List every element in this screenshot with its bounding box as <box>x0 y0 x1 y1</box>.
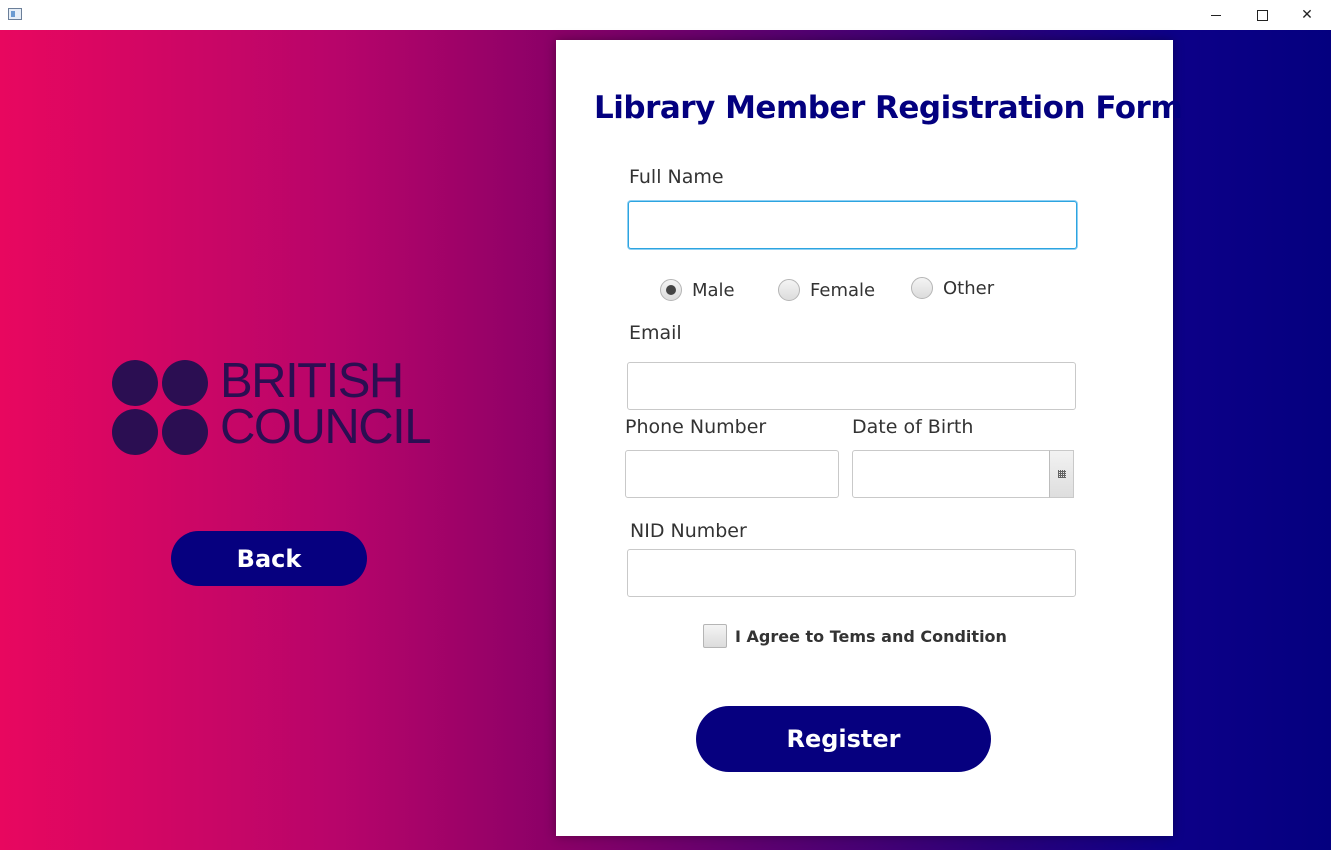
terms-checkbox-label: I Agree to Tems and Condition <box>735 626 1007 646</box>
logo-circles <box>112 360 208 456</box>
maximize-button[interactable] <box>1239 0 1285 30</box>
gender-female-label: Female <box>810 279 876 301</box>
window-title-bar: ✕ <box>0 0 1331 30</box>
form-title: Library Member Registration Form <box>594 90 1183 126</box>
terms-agreement[interactable]: I Agree to Tems and Condition <box>703 624 1007 648</box>
phone-number-input[interactable] <box>625 450 839 498</box>
close-icon: ✕ <box>1301 7 1313 23</box>
maximize-icon <box>1256 9 1268 21</box>
logo-wordmark: BRITISH COUNCIL <box>220 354 432 454</box>
app-window-icon <box>8 8 22 20</box>
terms-checkbox[interactable] <box>703 624 727 648</box>
minimize-icon <box>1211 14 1221 16</box>
register-button[interactable]: Register <box>696 706 991 772</box>
gender-female-radio[interactable]: Female <box>778 279 875 301</box>
nid-number-input[interactable] <box>627 549 1076 597</box>
logo-line-2: COUNCIL <box>220 400 432 454</box>
logo-circle <box>162 409 208 455</box>
minimize-button[interactable] <box>1193 0 1239 30</box>
logo-circle <box>162 360 208 406</box>
date-of-birth-input[interactable] <box>852 450 1050 498</box>
back-button[interactable]: Back <box>171 531 367 586</box>
calendar-icon <box>1057 470 1066 478</box>
email-input[interactable] <box>627 362 1076 410</box>
full-name-label: Full Name <box>629 166 724 188</box>
registration-form-card: Library Member Registration Form Full Na… <box>556 40 1183 836</box>
date-of-birth-label: Date of Birth <box>852 416 974 438</box>
full-name-input[interactable] <box>628 201 1077 249</box>
email-label: Email <box>629 322 682 344</box>
logo-line-1: BRITISH <box>220 354 404 408</box>
british-council-logo: BRITISH COUNCIL <box>112 354 452 460</box>
close-button[interactable]: ✕ <box>1284 0 1330 30</box>
gender-male-label: Male <box>692 279 735 301</box>
gender-male-radio[interactable]: Male <box>660 279 735 301</box>
date-picker-button[interactable] <box>1049 450 1074 498</box>
logo-circle <box>112 409 158 455</box>
phone-number-label: Phone Number <box>625 416 767 438</box>
radio-indicator <box>911 277 933 299</box>
gender-other-radio[interactable]: Other <box>911 277 994 299</box>
radio-indicator <box>778 279 800 301</box>
logo-circle <box>112 360 158 406</box>
gender-other-label: Other <box>943 277 995 299</box>
nid-number-label: NID Number <box>630 520 747 542</box>
radio-selected-indicator <box>660 279 682 301</box>
main-background: BRITISH COUNCIL Back Library Member Regi… <box>0 30 1331 850</box>
